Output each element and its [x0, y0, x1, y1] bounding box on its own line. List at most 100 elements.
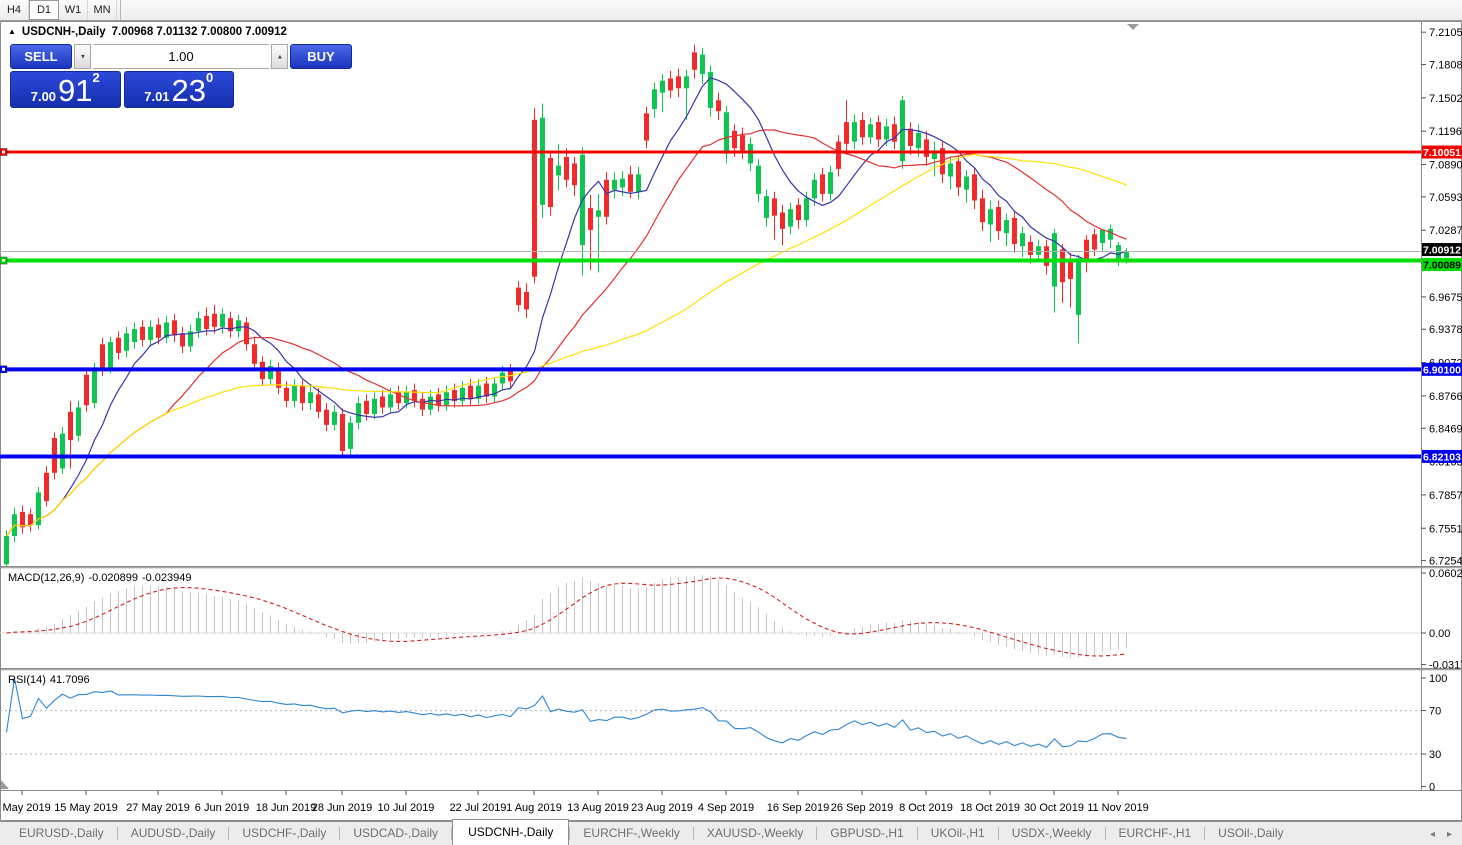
chart-canvas[interactable]: 7.210507.180807.150207.119607.089007.059… — [0, 0, 1462, 845]
candle-body — [236, 320, 241, 331]
chart-tab-usdchfdaily[interactable]: USDCHF-,Daily — [229, 822, 339, 845]
candle-body — [532, 120, 537, 277]
sell-button[interactable]: SELL — [10, 44, 72, 69]
macd-axis-tick-label: 0.060273 — [1429, 568, 1462, 580]
price-badge-label: 7.10051 — [1423, 147, 1461, 159]
candle-body — [1020, 233, 1025, 246]
candle-body — [964, 177, 969, 190]
chart-tab-eurchfweekly[interactable]: EURCHF-,Weekly — [570, 822, 692, 845]
candle-body — [836, 142, 841, 169]
candle-body — [540, 118, 545, 205]
candle-body — [700, 55, 705, 75]
candle-body — [324, 410, 329, 425]
candle-body — [852, 122, 857, 142]
x-axis-date-label: 23 Aug 2019 — [631, 802, 693, 814]
candle-body — [948, 163, 953, 176]
candle-body — [76, 407, 81, 435]
sell-price-display[interactable]: 7.00 91 2 — [10, 71, 121, 108]
chart-tab-usoildaily[interactable]: USOil-,Daily — [1205, 822, 1296, 845]
candle-body — [668, 78, 673, 90]
chart-tab-eurusddaily[interactable]: EURUSD-,Daily — [6, 822, 117, 845]
x-axis-date-label: 28 Jun 2019 — [312, 802, 373, 814]
price-badge-label: 7.00089 — [1423, 260, 1461, 272]
candle-body — [604, 180, 609, 217]
volume-input[interactable] — [93, 44, 269, 69]
x-axis-date-label: 4 Sep 2019 — [698, 802, 754, 814]
candle-body — [844, 122, 849, 144]
candle-body — [516, 288, 521, 305]
candle-body — [116, 338, 121, 353]
chart-tab-eurchfh1[interactable]: EURCHF-,H1 — [1106, 822, 1205, 845]
buy-price-pips: 23 — [172, 76, 206, 105]
candle-body — [356, 403, 361, 423]
candle-body — [860, 120, 865, 137]
triangle-up-icon: ▲ — [276, 53, 282, 60]
y-axis-tick-label: 6.84690 — [1429, 423, 1462, 435]
x-axis-date-label: 18 Oct 2019 — [960, 802, 1020, 814]
candle-body — [252, 344, 257, 364]
macd-axis-tick-label: -0.031725 — [1429, 660, 1462, 672]
candle-body — [108, 342, 113, 368]
chart-tab-bar: EURUSD-,DailyAUDUSD-,DailyUSDCHF-,DailyU… — [0, 821, 1462, 845]
ohlc-values: 7.00968 7.01132 7.00800 7.00912 — [112, 26, 287, 38]
chart-tab-xauusdweekly[interactable]: XAUUSD-,Weekly — [694, 822, 816, 845]
candle-body — [212, 314, 217, 327]
candle-body — [716, 100, 721, 111]
candle-body — [748, 144, 753, 164]
candle-body — [124, 333, 129, 350]
y-axis-tick-label: 7.18080 — [1429, 60, 1462, 72]
y-axis-tick-label: 7.08900 — [1429, 160, 1462, 172]
candle-body — [332, 412, 337, 425]
chart-tab-audusddaily[interactable]: AUDUSD-,Daily — [118, 822, 229, 845]
candle-body — [204, 316, 209, 329]
candle-body — [1012, 218, 1017, 244]
candle-body — [772, 198, 777, 215]
candle-body — [612, 180, 617, 190]
candle-body — [804, 198, 809, 220]
candle-body — [572, 163, 577, 185]
candle-body — [588, 208, 593, 230]
candle-body — [548, 158, 553, 207]
candle-body — [196, 318, 201, 331]
collapse-panel-icon[interactable]: ▲ — [8, 27, 16, 36]
volume-increment-button[interactable]: ▲ — [271, 44, 288, 69]
candle-body — [868, 124, 873, 137]
candle-body — [1076, 258, 1081, 315]
candle-body — [20, 512, 25, 527]
candle-body — [644, 113, 649, 140]
candle-body — [996, 207, 1001, 231]
chart-tab-usdxweekly[interactable]: USDX-,Weekly — [999, 822, 1105, 845]
tab-scroll-left-icon[interactable]: ◂ — [1430, 829, 1435, 840]
chart-tab-usdcnhdaily[interactable]: USDCNH-,Daily — [452, 819, 569, 845]
candle-body — [628, 174, 633, 191]
candle-body — [988, 209, 993, 224]
support-line-green-handle-dot — [2, 259, 5, 262]
macd-indicator-label: MACD(12,26,9)-0.020899-0.023949 — [8, 572, 196, 584]
sell-price-pips: 91 — [58, 76, 92, 105]
chart-tab-gbpusdh1[interactable]: GBPUSD-,H1 — [817, 822, 916, 845]
x-axis-date-label: 3 May 2019 — [0, 802, 51, 814]
tab-scroll-right-icon[interactable]: ▸ — [1447, 829, 1452, 840]
candle-body — [220, 314, 225, 327]
candle-body — [364, 401, 369, 414]
candle-body — [788, 209, 793, 226]
rsi-axis-tick-label: 70 — [1429, 706, 1441, 718]
x-axis-date-label: 11 Nov 2019 — [1087, 802, 1149, 814]
buy-button[interactable]: BUY — [290, 44, 352, 69]
one-click-trading-panel: SELL ▼ ▲ BUY 7.00 91 2 7.01 23 0 — [10, 44, 234, 108]
chart-tab-usdcaddaily[interactable]: USDCAD-,Daily — [340, 822, 451, 845]
candle-body — [300, 386, 305, 403]
candle-body — [812, 180, 817, 199]
y-axis-tick-label: 7.15020 — [1429, 93, 1462, 105]
y-axis-tick-label: 7.02870 — [1429, 225, 1462, 237]
volume-decrement-button[interactable]: ▼ — [74, 44, 91, 69]
candle-body — [1028, 242, 1033, 255]
candle-body — [148, 327, 153, 340]
x-axis-date-label: 10 Jul 2019 — [378, 802, 435, 814]
candle-body — [180, 333, 185, 346]
chart-tab-ukoilh1[interactable]: UKOil-,H1 — [918, 822, 998, 845]
candle-body — [316, 394, 321, 411]
buy-price-display[interactable]: 7.01 23 0 — [124, 71, 235, 108]
candle-body — [692, 52, 697, 69]
candle-body — [284, 388, 289, 401]
